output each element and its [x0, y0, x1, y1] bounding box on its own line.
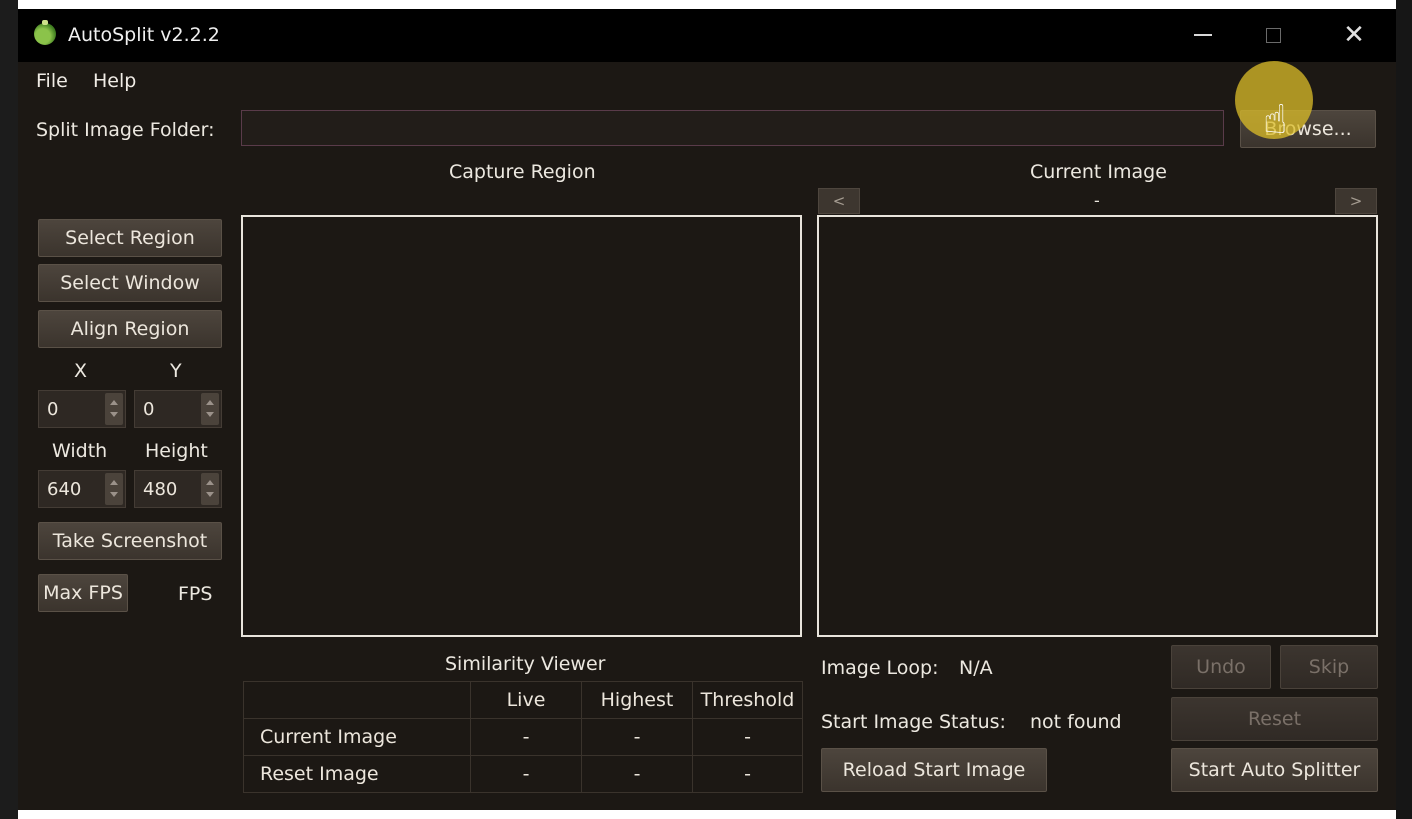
app-timer-icon: [34, 20, 56, 45]
y-stepper-arrows-icon[interactable]: [201, 393, 219, 425]
similarity-header-row: Live Highest Threshold: [243, 681, 803, 719]
split-image-folder-input[interactable]: [241, 110, 1224, 146]
maximize-button[interactable]: [1243, 15, 1303, 55]
table-cell: -: [581, 718, 693, 756]
current-image-title: Current Image: [1030, 161, 1167, 183]
capture-region-preview: [241, 215, 802, 637]
skip-button[interactable]: Skip: [1280, 645, 1378, 689]
y-spinbox[interactable]: 0: [134, 390, 222, 428]
x-value: 0: [47, 399, 59, 420]
width-label: Width: [52, 440, 108, 462]
close-button[interactable]: ✕: [1324, 15, 1384, 55]
desktop-background-right: [1396, 0, 1412, 819]
image-loop-label: Image Loop:: [821, 657, 939, 679]
similarity-table: Live Highest Threshold Current Image - -…: [243, 681, 803, 793]
similarity-viewer-title: Similarity Viewer: [445, 653, 606, 675]
menu-bar: File Help: [18, 62, 1396, 98]
height-label: Height: [145, 440, 208, 462]
menu-help[interactable]: Help: [93, 70, 136, 92]
x-spinbox[interactable]: 0: [38, 390, 126, 428]
header-blank-cell: [243, 681, 471, 719]
take-screenshot-button[interactable]: Take Screenshot: [38, 522, 222, 560]
height-stepper-arrows-icon[interactable]: [201, 473, 219, 505]
table-cell: -: [470, 718, 582, 756]
reload-start-image-button[interactable]: Reload Start Image: [821, 748, 1047, 792]
title-bar[interactable]: AutoSplit v2.2.2 ✕: [18, 9, 1396, 62]
column-header: Threshold: [692, 681, 803, 719]
width-value: 640: [47, 479, 82, 500]
table-cell: -: [470, 755, 582, 793]
minimize-icon: [1194, 34, 1212, 36]
row-header: Reset Image: [243, 755, 471, 793]
align-region-button[interactable]: Align Region: [38, 310, 222, 348]
capture-region-title: Capture Region: [449, 161, 596, 183]
undo-button[interactable]: Undo: [1171, 645, 1271, 689]
row-header: Current Image: [243, 718, 471, 756]
hand-pointer-icon: ☝: [1263, 97, 1288, 143]
start-auto-splitter-button[interactable]: Start Auto Splitter: [1171, 748, 1378, 792]
table-cell: -: [692, 718, 803, 756]
y-value: 0: [143, 399, 155, 420]
select-region-button[interactable]: Select Region: [38, 219, 222, 257]
y-label: Y: [170, 360, 182, 382]
reset-button[interactable]: Reset: [1171, 697, 1378, 741]
split-image-folder-label: Split Image Folder:: [36, 119, 215, 141]
table-row: Current Image - - -: [243, 718, 803, 756]
height-value: 480: [143, 479, 178, 500]
current-image-name: -: [1094, 191, 1100, 210]
menu-file[interactable]: File: [36, 70, 68, 92]
table-cell: -: [692, 755, 803, 793]
previous-image-button[interactable]: <: [818, 188, 860, 214]
maximize-icon: [1265, 27, 1281, 43]
column-header: Live: [470, 681, 582, 719]
table-row: Reset Image - - -: [243, 755, 803, 793]
minimize-button[interactable]: [1173, 15, 1233, 55]
image-loop-value: N/A: [959, 657, 993, 679]
fps-label: FPS: [178, 583, 213, 605]
height-spinbox[interactable]: 480: [134, 470, 222, 508]
width-stepper-arrows-icon[interactable]: [105, 473, 123, 505]
start-image-status-label: Start Image Status:: [821, 711, 1006, 733]
current-image-preview: [817, 215, 1378, 637]
desktop-background-left: [0, 0, 18, 819]
column-header: Highest: [581, 681, 693, 719]
autosplit-window: AutoSplit v2.2.2 ✕ File Help Split Image…: [18, 9, 1396, 810]
table-cell: -: [581, 755, 693, 793]
window-title: AutoSplit v2.2.2: [68, 24, 220, 46]
width-spinbox[interactable]: 640: [38, 470, 126, 508]
close-icon: ✕: [1343, 20, 1365, 50]
start-image-status-value: not found: [1030, 711, 1122, 733]
x-stepper-arrows-icon[interactable]: [105, 393, 123, 425]
select-window-button[interactable]: Select Window: [38, 264, 222, 302]
x-label: X: [74, 360, 88, 382]
max-fps-button[interactable]: Max FPS: [38, 574, 128, 612]
next-image-button[interactable]: >: [1335, 188, 1377, 214]
